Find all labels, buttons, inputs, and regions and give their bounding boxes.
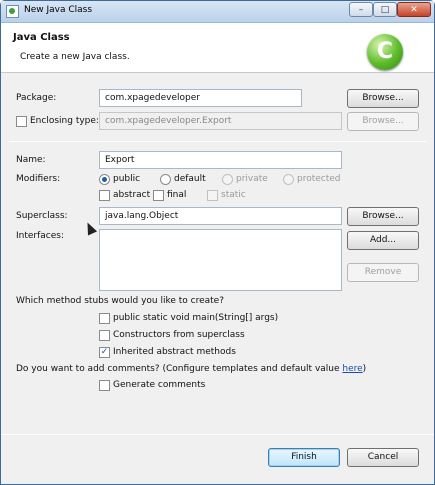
page-description: Create a new Java class. bbox=[20, 52, 130, 62]
name-label: Name: bbox=[16, 155, 46, 165]
finish-button[interactable]: Finish bbox=[268, 448, 340, 467]
package-browse-button[interactable]: Browse... bbox=[347, 89, 419, 108]
superclass-field[interactable]: java.lang.Object bbox=[99, 207, 342, 225]
modifier-final-label: final bbox=[167, 190, 187, 200]
app-icon bbox=[6, 5, 19, 18]
class-icon: C bbox=[367, 34, 403, 70]
window-title: New Java Class bbox=[24, 5, 93, 15]
minimize-button[interactable]: – bbox=[349, 2, 373, 17]
generate-comments-checkbox[interactable] bbox=[99, 380, 110, 391]
enclosing-type-field[interactable]: com.xpagedeveloper.Export bbox=[99, 112, 342, 130]
wizard-header: Java Class Create a new Java class. C bbox=[1, 23, 434, 73]
modifiers-label: Modifiers: bbox=[16, 174, 61, 184]
stub-main-label: public static void main(String[] args) bbox=[113, 313, 279, 323]
add-interface-button[interactable]: Add... bbox=[347, 231, 419, 250]
remove-interface-button[interactable]: Remove bbox=[347, 263, 419, 282]
modifier-static-label: static bbox=[221, 190, 246, 200]
modifier-default-label: default bbox=[174, 174, 206, 184]
modifier-abstract-label: abstract bbox=[113, 190, 151, 200]
modifier-protected-radio[interactable] bbox=[283, 174, 294, 185]
enclosing-browse-button[interactable]: Browse... bbox=[347, 112, 419, 131]
stub-inherited-checkbox[interactable]: ✓ bbox=[99, 347, 110, 358]
enclosing-type-label: Enclosing type: bbox=[30, 116, 99, 126]
superclass-label: Superclass: bbox=[16, 211, 68, 221]
package-field[interactable]: com.xpagedeveloper bbox=[99, 89, 302, 107]
method-stubs-question: Which method stubs would you like to cre… bbox=[16, 296, 224, 306]
divider bbox=[9, 141, 426, 142]
generate-comments-label: Generate comments bbox=[113, 380, 206, 390]
stub-main-checkbox[interactable] bbox=[99, 313, 110, 324]
comments-question-text: Do you want to add comments? (Configure … bbox=[16, 364, 343, 374]
modifier-public-radio[interactable] bbox=[99, 174, 110, 185]
modifier-private-radio[interactable] bbox=[222, 174, 233, 185]
modifier-abstract-checkbox[interactable] bbox=[99, 190, 110, 201]
comments-question-suffix: ) bbox=[362, 364, 367, 374]
modifier-static-checkbox[interactable] bbox=[207, 190, 218, 201]
enclosing-type-checkbox[interactable] bbox=[16, 116, 27, 127]
stub-constructors-checkbox[interactable] bbox=[99, 330, 110, 341]
configure-templates-link[interactable]: here bbox=[342, 364, 362, 374]
modifier-final-checkbox[interactable] bbox=[153, 190, 164, 201]
modifier-protected-label: protected bbox=[297, 174, 341, 184]
modifier-default-radio[interactable] bbox=[160, 174, 171, 185]
footer-divider bbox=[1, 434, 434, 435]
page-title: Java Class bbox=[13, 32, 70, 43]
stub-constructors-label: Constructors from superclass bbox=[113, 330, 245, 340]
comments-question: Do you want to add comments? (Configure … bbox=[16, 364, 366, 374]
name-field[interactable]: Export bbox=[99, 151, 342, 169]
close-button[interactable]: ✕ bbox=[397, 2, 431, 17]
interfaces-list[interactable] bbox=[99, 229, 342, 291]
cancel-button[interactable]: Cancel bbox=[347, 448, 419, 467]
superclass-browse-button[interactable]: Browse... bbox=[347, 207, 419, 226]
stub-inherited-label: Inherited abstract methods bbox=[113, 347, 236, 357]
modifier-public-label: public bbox=[113, 174, 141, 184]
modifier-private-label: private bbox=[236, 174, 268, 184]
package-label: Package: bbox=[16, 93, 57, 103]
interfaces-label: Interfaces: bbox=[16, 231, 65, 241]
maximize-button[interactable]: □ bbox=[373, 2, 397, 17]
